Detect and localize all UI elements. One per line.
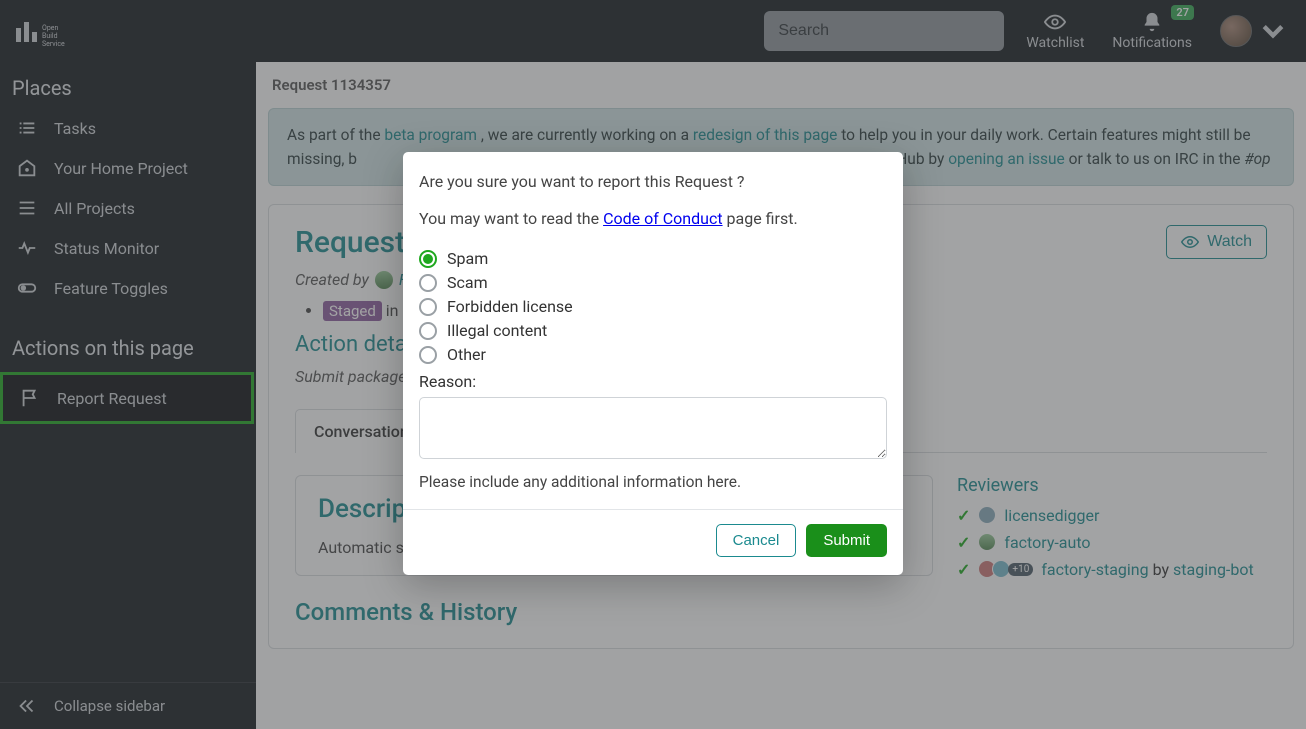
radio-label: Forbidden license (447, 297, 573, 316)
modal-text: You may want to read the (419, 209, 603, 228)
radio-label: Spam (447, 249, 488, 268)
radio-icon (419, 322, 437, 340)
reason-hint: Please include any additional informatio… (419, 473, 887, 491)
modal-divider (403, 509, 903, 510)
report-reason-option[interactable]: Scam (419, 273, 887, 292)
radio-icon (419, 274, 437, 292)
report-reason-option[interactable]: Illegal content (419, 321, 887, 340)
radio-label: Scam (447, 273, 488, 292)
cancel-button[interactable]: Cancel (716, 524, 797, 557)
radio-icon (419, 250, 437, 268)
report-reason-option[interactable]: Other (419, 345, 887, 364)
radio-label: Illegal content (447, 321, 547, 340)
reason-label: Reason: (419, 372, 887, 391)
reason-textarea[interactable] (419, 397, 887, 459)
radio-icon (419, 298, 437, 316)
modal-text: page first. (723, 209, 798, 228)
report-reason-option[interactable]: Forbidden license (419, 297, 887, 316)
radio-label: Other (447, 345, 486, 364)
submit-button[interactable]: Submit (806, 524, 887, 557)
report-reason-option[interactable]: Spam (419, 249, 887, 268)
report-reason-group: Spam Scam Forbidden license Illegal content… (419, 249, 887, 364)
modal-coc-line: You may want to read the Code of Conduct… (419, 207, 887, 230)
radio-icon (419, 346, 437, 364)
code-of-conduct-link[interactable]: Code of Conduct (603, 209, 723, 228)
modal-title: Are you sure you want to report this Req… (419, 170, 887, 193)
report-request-modal: Are you sure you want to report this Req… (403, 152, 903, 575)
